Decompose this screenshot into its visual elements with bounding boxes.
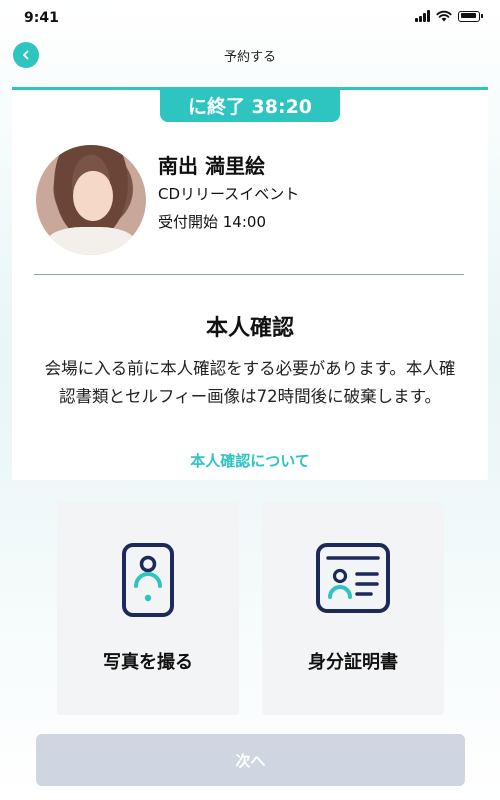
id-document-option[interactable]: 身分証明書 — [262, 502, 444, 715]
event-name: CDリリースイベント — [158, 185, 300, 203]
status-bar: 9:41 — [0, 0, 500, 34]
status-time: 9:41 — [24, 10, 59, 26]
reception-time: 受付開始 14:00 — [158, 213, 266, 231]
phone-selfie-icon — [122, 543, 174, 617]
countdown-timer: に終了 38:20 — [160, 88, 340, 122]
battery-icon — [458, 10, 483, 22]
signal-icon — [415, 10, 430, 22]
avatar — [36, 145, 146, 255]
next-button[interactable]: 次へ — [36, 734, 465, 786]
id-document-label: 身分証明書 — [308, 652, 398, 673]
id-card-icon — [316, 543, 390, 613]
wifi-icon — [436, 10, 452, 22]
take-photo-option[interactable]: 写真を撮る — [57, 502, 239, 715]
icon-wrap — [262, 542, 444, 614]
section-description: 会場に入る前に本人確認をする必要があります。本人確認書類とセルフィー画像は72時… — [44, 359, 456, 406]
avatar-shirt — [46, 227, 136, 255]
divider — [34, 274, 464, 275]
about-verification-link[interactable]: 本人確認について — [0, 450, 500, 471]
status-icons — [415, 10, 483, 22]
icon-wrap — [57, 542, 239, 618]
avatar-face — [73, 171, 113, 221]
page-title: 予約する — [223, 50, 276, 65]
take-photo-label: 写真を撮る — [103, 652, 193, 673]
artist-name: 南出 満里絵 — [158, 154, 265, 178]
section-title: 本人確認 — [205, 316, 294, 341]
